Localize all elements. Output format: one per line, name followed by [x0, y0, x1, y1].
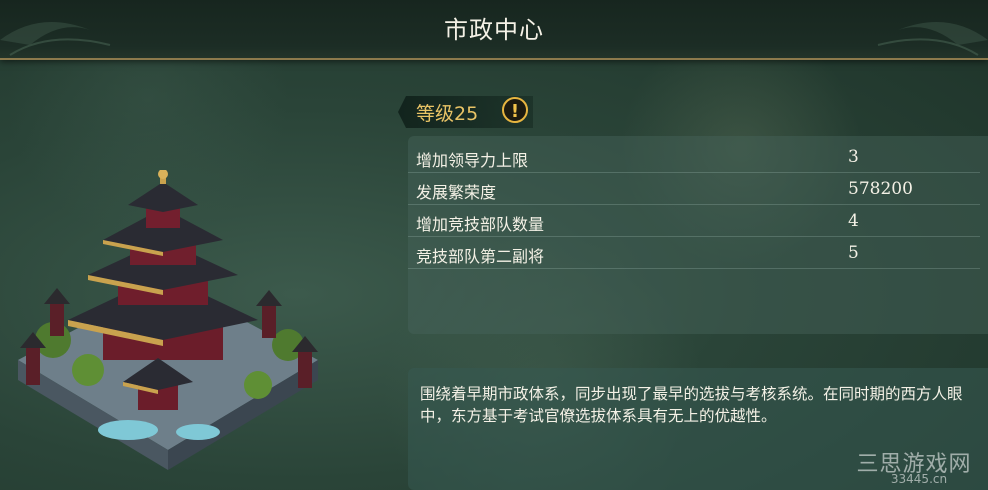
- pagoda-building-icon: [18, 169, 318, 470]
- stat-row: 竞技部队第二副将 5: [408, 236, 980, 269]
- description-text: 围绕着早期市政体系，同步出现了最早的选拔与考核系统。在同时期的西方人眼中，东方基…: [420, 385, 963, 425]
- stat-value: 578200: [848, 179, 913, 199]
- stat-name: 增加竞技部队数量: [416, 215, 545, 234]
- exclamation-icon[interactable]: !: [502, 97, 528, 123]
- building-image: [8, 169, 328, 480]
- level-label: 等级25: [416, 103, 479, 125]
- stat-name: 发展繁荣度: [416, 183, 497, 202]
- header-bar: 市政中心: [0, 0, 988, 60]
- stats-panel: 增加领导力上限 3 发展繁荣度 578200 增加竞技部队数量 4 竞技部队第二…: [408, 136, 988, 334]
- stat-value: 3: [848, 147, 859, 167]
- watermark-url: 33445.cn: [890, 472, 948, 486]
- stat-name: 增加领导力上限: [416, 151, 529, 170]
- stat-value: 5: [848, 243, 859, 263]
- header-ornament-right-icon: [877, 22, 988, 56]
- stat-value: 4: [848, 211, 859, 231]
- stat-row: 增加竞技部队数量 4: [408, 204, 980, 237]
- page-title: 市政中心: [444, 16, 544, 44]
- stat-row: 增加领导力上限 3: [408, 140, 980, 173]
- stat-row: 发展繁荣度 578200: [408, 172, 980, 205]
- stat-name: 竞技部队第二副将: [416, 247, 545, 266]
